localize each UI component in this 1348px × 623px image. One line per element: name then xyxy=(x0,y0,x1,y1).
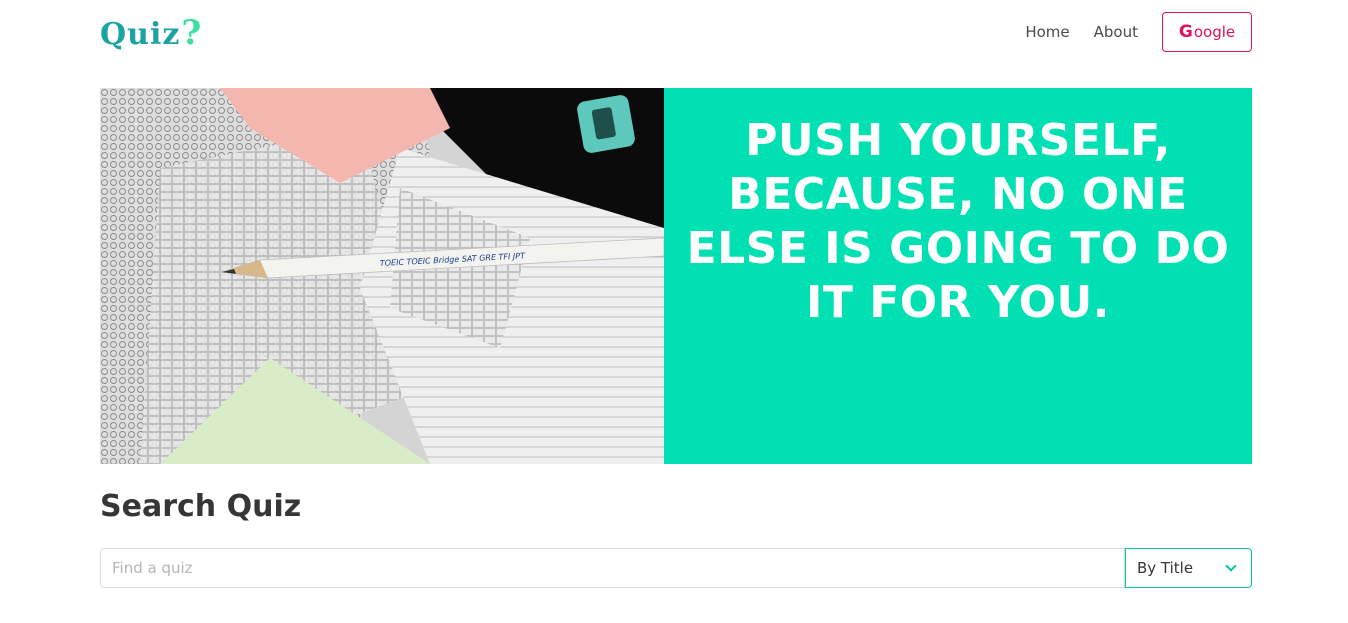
google-login-button[interactable]: G oogle xyxy=(1162,12,1252,52)
search-bar: By Title xyxy=(100,548,1252,588)
search-section-title: Search Quiz xyxy=(100,489,302,524)
hero-quote-panel: PUSH YOURSELF, BECAUSE, NO ONE ELSE IS G… xyxy=(664,88,1252,464)
logo-text: Quiz xyxy=(100,17,181,52)
logo-question-mark: ? xyxy=(181,13,203,53)
navbar: Quiz ? Home About G oogle xyxy=(100,0,1252,64)
hero-quote: PUSH YOURSELF, BECAUSE, NO ONE ELSE IS G… xyxy=(686,115,1230,328)
hero-photo-illustration: TOEIC TOEIC Bridge SAT GRE TFI JPT xyxy=(100,88,664,464)
google-icon: G xyxy=(1178,22,1193,42)
google-button-label: oogle xyxy=(1193,23,1236,41)
filter-selected-value: By Title xyxy=(1137,559,1194,577)
search-filter-dropdown[interactable]: By Title xyxy=(1125,548,1252,588)
hero-banner: TOEIC TOEIC Bridge SAT GRE TFI JPT PUSH … xyxy=(100,88,1252,464)
search-input[interactable] xyxy=(100,548,1125,588)
logo-link[interactable]: Quiz ? xyxy=(100,14,202,50)
nav-home-link[interactable]: Home xyxy=(1025,12,1069,52)
nav-about-link[interactable]: About xyxy=(1094,12,1138,52)
nav-links: Home About G oogle xyxy=(1025,12,1252,52)
hero-image-test-sheets: TOEIC TOEIC Bridge SAT GRE TFI JPT xyxy=(100,88,664,464)
chevron-down-icon xyxy=(1225,559,1237,572)
